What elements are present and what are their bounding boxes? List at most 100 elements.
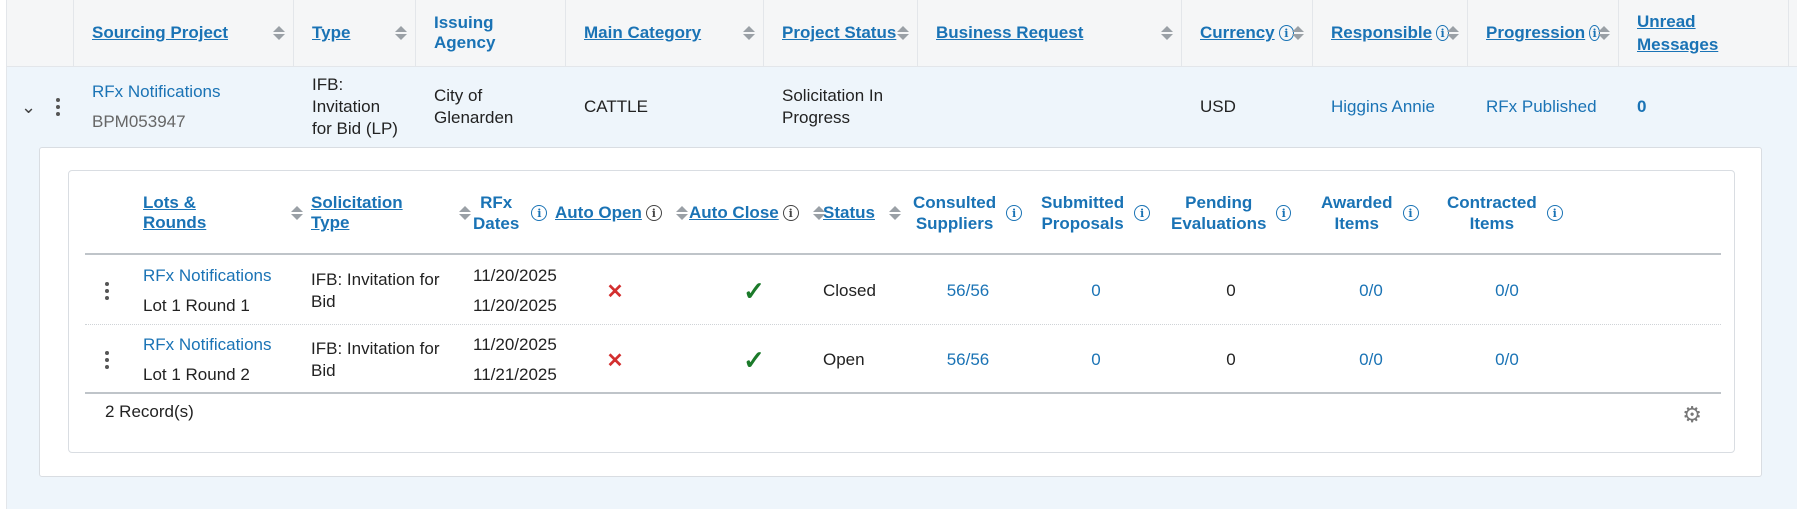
header-main-category[interactable]: Main Category (566, 0, 764, 66)
header-progression[interactable]: Progression i (1468, 0, 1619, 66)
more-options-icon[interactable] (56, 98, 60, 116)
round-name-link[interactable]: RFx Notifications (143, 330, 303, 360)
table-row[interactable]: RFx Notifications Lot 1 Round 1 IFB: Inv… (85, 257, 1721, 325)
info-icon[interactable]: i (1134, 205, 1151, 221)
header-business-request[interactable]: Business Request (918, 0, 1182, 66)
project-name-link[interactable]: RFx Notifications (92, 77, 276, 107)
header-label: Progression (1486, 23, 1586, 42)
expand-column-header (7, 0, 74, 66)
expanded-row-panel: Lots & Rounds Solicitation Type RFx Date… (7, 147, 1797, 509)
lots-rounds-table: Lots & Rounds Solicitation Type RFx Date… (68, 170, 1735, 453)
sort-icon[interactable] (743, 26, 755, 40)
header-auto-close[interactable]: Auto Close i (689, 171, 829, 255)
sort-icon[interactable] (395, 26, 407, 40)
issuing-agency-line2: Glenarden (434, 108, 514, 127)
progression-link[interactable]: RFx Published (1486, 97, 1601, 117)
header-lots-rounds[interactable]: Lots & Rounds (143, 171, 303, 255)
header-label: Project Status (782, 23, 897, 42)
awarded-items-link[interactable]: 0/0 (1359, 281, 1383, 301)
unread-messages-count[interactable]: 0 (1637, 97, 1751, 117)
round-status: Closed (823, 281, 876, 300)
table-row[interactable]: ⌄ RFx Notifications BPM053947 IFB: Invit… (7, 67, 1797, 147)
header-pending-evaluations: Pending Evaluations i (1171, 171, 1291, 255)
info-icon[interactable]: i (1276, 205, 1291, 221)
project-id: BPM053947 (92, 112, 186, 131)
header-auto-open[interactable]: Auto Open i (555, 171, 695, 255)
round-name-link[interactable]: RFx Notifications (143, 261, 303, 291)
header-label-line1: Consulted (913, 193, 997, 212)
table-header: Sourcing Project Type Issuing Agency Mai… (7, 0, 1797, 67)
submitted-proposals-link[interactable]: 0 (1091, 281, 1100, 301)
header-label-line2: Items (1334, 214, 1379, 233)
sort-icon[interactable] (1161, 26, 1173, 40)
solicitation-type-line1: IFB: Invitation for (311, 270, 440, 289)
header-label: Business Request (936, 23, 1084, 42)
contracted-items-link[interactable]: 0/0 (1495, 281, 1519, 301)
header-label-line2: Dates (473, 214, 520, 233)
header-label: Currency (1200, 23, 1275, 42)
header-label-line1: Unread (1637, 12, 1696, 31)
info-icon[interactable]: i (1402, 205, 1419, 221)
header-project-status[interactable]: Project Status (764, 0, 918, 66)
header-issuing-agency: Issuing Agency (416, 0, 566, 66)
sort-icon[interactable] (897, 26, 909, 40)
header-contracted-items: Contracted Items i (1447, 171, 1567, 255)
header-type[interactable]: Type (294, 0, 416, 66)
header-label-line2: Suppliers (915, 214, 994, 233)
responsible-link[interactable]: Higgins Annie (1331, 97, 1450, 117)
header-label-line2: Messages (1637, 35, 1719, 54)
info-icon[interactable]: i (645, 205, 662, 221)
cross-icon: ✕ (606, 349, 624, 372)
header-label-line1: Submitted (1041, 193, 1125, 212)
solicitation-type-line2: Bid (311, 292, 336, 311)
header-currency[interactable]: Currency i (1182, 0, 1313, 66)
gear-icon[interactable]: ⚙ (1682, 402, 1702, 428)
header-submitted-proposals: Submitted Proposals i (1041, 171, 1151, 255)
info-icon[interactable]: i (1006, 205, 1023, 221)
project-status-line1: Solicitation In (782, 86, 884, 105)
record-count: 2 Record(s) (105, 402, 194, 421)
info-icon[interactable]: i (1546, 205, 1563, 221)
expanded-panel-card: Lots & Rounds Solicitation Type RFx Date… (39, 147, 1762, 477)
header-solicitation-type[interactable]: Solicitation Type (311, 171, 471, 255)
round-status: Open (823, 350, 865, 369)
sort-icon[interactable] (1447, 26, 1459, 40)
sort-icon[interactable] (273, 26, 285, 40)
lots-table-header: Lots & Rounds Solicitation Type RFx Date… (85, 171, 1721, 255)
solicitation-type-line2: Bid (311, 361, 336, 380)
table-row[interactable]: RFx Notifications Lot 1 Round 2 IFB: Inv… (85, 326, 1721, 394)
chevron-down-icon[interactable]: ⌄ (21, 97, 36, 118)
project-status-line2: Progress (782, 108, 851, 127)
more-options-icon[interactable] (105, 351, 109, 369)
issuing-agency-line1: City of (434, 86, 483, 105)
sort-icon[interactable] (1598, 26, 1610, 40)
header-consulted-suppliers: Consulted Suppliers i (913, 171, 1023, 255)
info-icon[interactable]: i (782, 205, 799, 221)
consulted-suppliers-link[interactable]: 56/56 (947, 350, 990, 370)
consulted-suppliers-link[interactable]: 56/56 (947, 281, 990, 301)
header-label: Responsible (1331, 23, 1433, 42)
header-status[interactable]: Status (823, 171, 903, 255)
awarded-items-link[interactable]: 0/0 (1359, 350, 1383, 370)
header-sourcing-project[interactable]: Sourcing Project (74, 0, 294, 66)
currency: USD (1200, 97, 1236, 116)
header-unread-messages[interactable]: Unread Messages (1619, 0, 1789, 66)
more-options-icon[interactable] (105, 282, 109, 300)
header-label-line2: Items (1469, 214, 1515, 233)
sort-icon[interactable] (888, 206, 901, 220)
check-icon: ✓ (743, 275, 765, 306)
info-icon[interactable]: i (531, 205, 548, 221)
sort-icon[interactable] (675, 206, 688, 220)
contracted-items-link[interactable]: 0/0 (1495, 350, 1519, 370)
submitted-proposals-link[interactable]: 0 (1091, 350, 1100, 370)
header-label: Type (312, 23, 351, 42)
header-label-line1: Awarded (1321, 193, 1393, 212)
sort-icon[interactable] (291, 206, 303, 220)
pending-evaluations: 0 (1226, 350, 1236, 369)
sort-icon[interactable] (1292, 26, 1304, 40)
check-icon: ✓ (743, 344, 765, 375)
header-rfx-dates: RFx Dates i (473, 171, 563, 255)
sort-icon[interactable] (459, 206, 471, 220)
header-responsible[interactable]: Responsible i (1313, 0, 1468, 66)
header-label-line1: Contracted (1447, 193, 1537, 212)
